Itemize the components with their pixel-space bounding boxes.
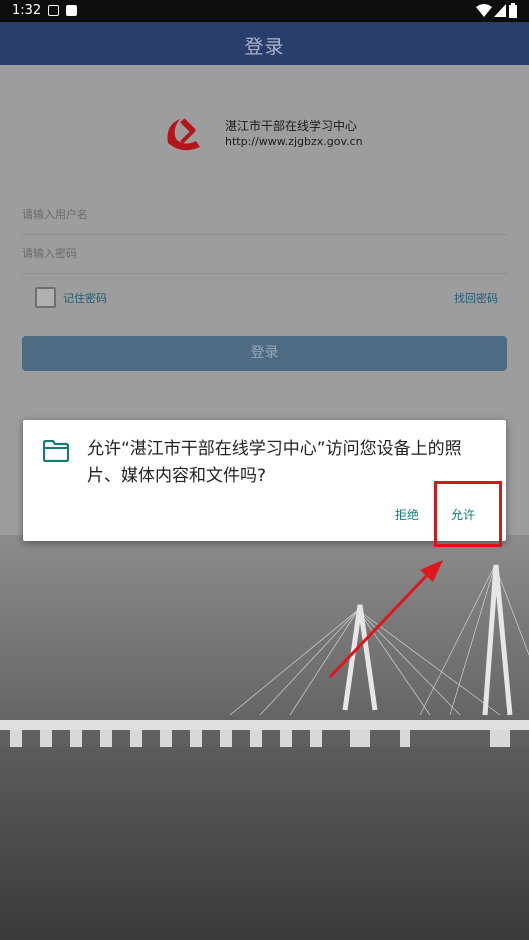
username-input[interactable] [22, 196, 507, 234]
notification-a-icon [48, 5, 59, 16]
status-bar: 1:32 [0, 0, 529, 22]
wifi-icon [476, 4, 492, 17]
folder-icon [43, 440, 69, 462]
deny-button[interactable]: 拒绝 [395, 506, 419, 523]
page-title: 登录 [244, 36, 285, 58]
water-background [0, 747, 529, 940]
permission-message: 允许“湛江市干部在线学习中心”访问您设备上的照片、媒体内容和文件吗? [87, 439, 462, 486]
notification-square-icon [66, 5, 77, 16]
signal-icon [494, 4, 506, 17]
password-input[interactable] [22, 235, 507, 273]
highlight-box [434, 481, 502, 547]
app-bar: 登录 [0, 22, 529, 65]
remember-password-checkbox[interactable] [35, 287, 56, 308]
site-name: 湛江市干部在线学习中心 [225, 119, 358, 133]
login-button[interactable]: 登录 [22, 336, 507, 371]
party-emblem-icon [160, 113, 210, 157]
battery-icon [509, 3, 517, 18]
username-field[interactable] [22, 196, 507, 235]
site-url: http://www.zjgbzx.gov.cn [225, 135, 363, 148]
forgot-password-link[interactable]: 找回密码 [454, 290, 498, 306]
password-field[interactable] [22, 235, 507, 274]
remember-password-label[interactable]: 记住密码 [63, 290, 107, 306]
status-time: 1:32 [12, 3, 42, 18]
